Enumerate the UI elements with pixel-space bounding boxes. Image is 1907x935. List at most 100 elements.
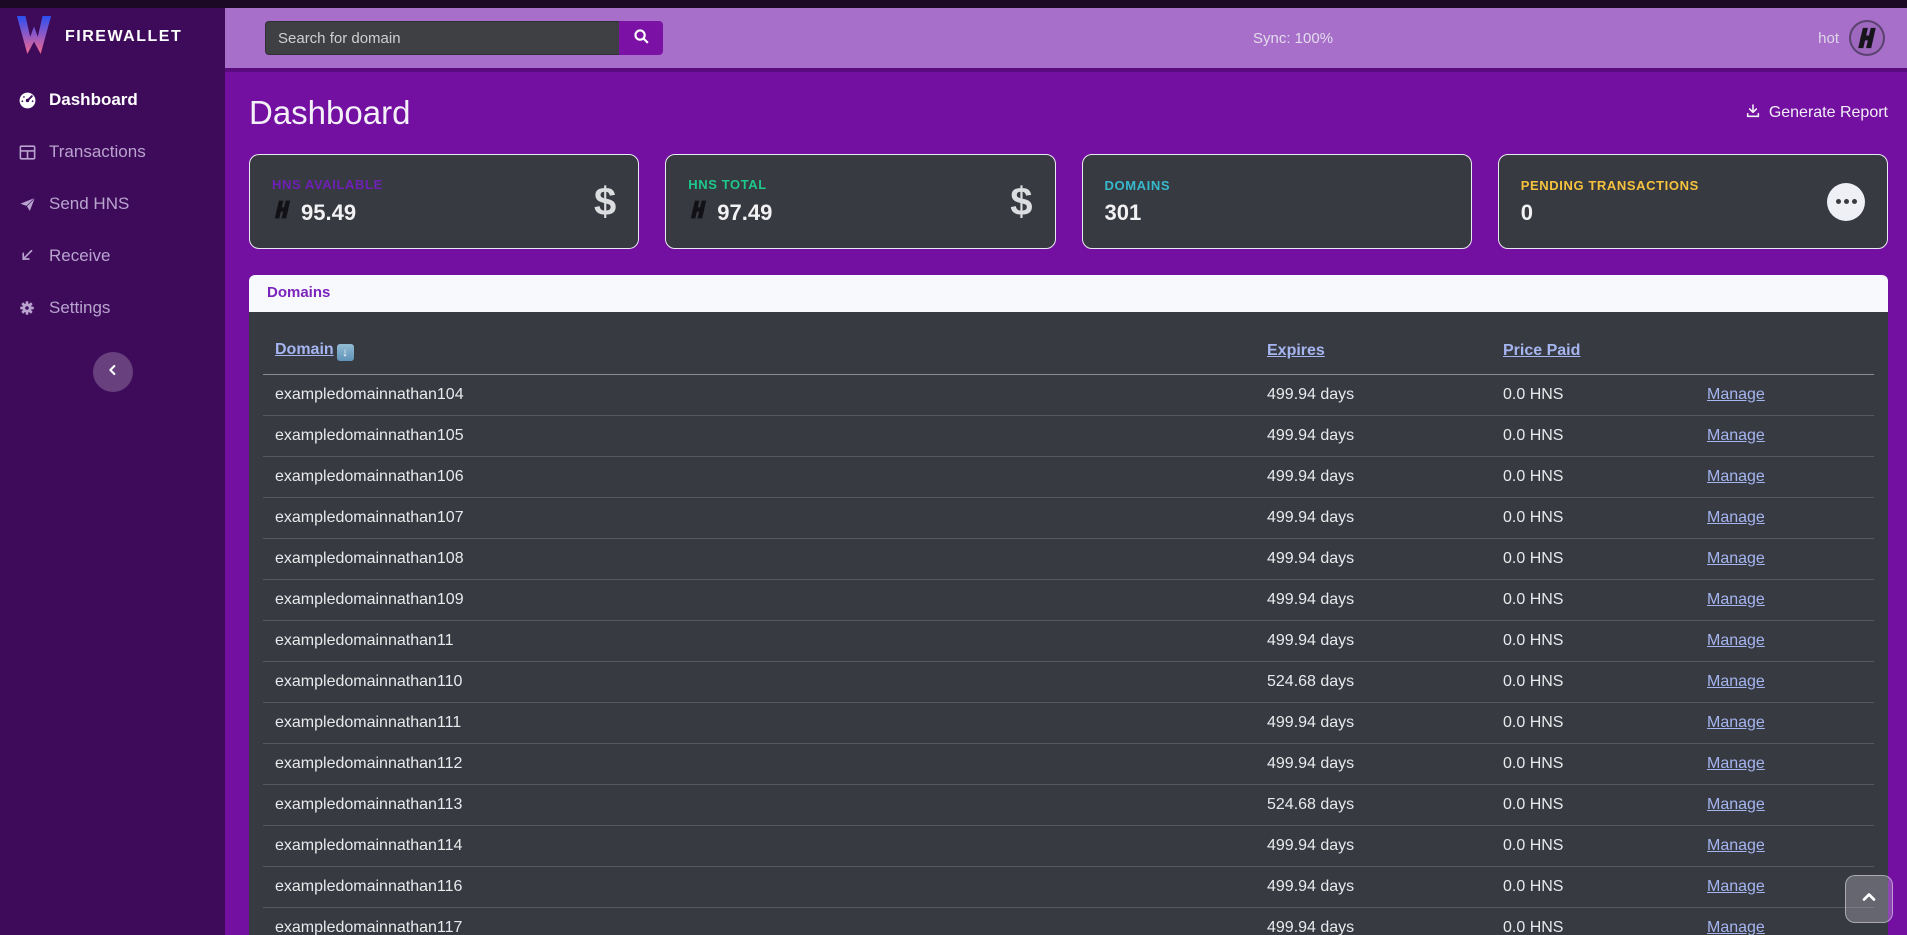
dollar-icon: $ — [1010, 182, 1032, 222]
hns-logo-icon — [688, 199, 709, 226]
sidebar-item-send-hns[interactable]: Send HNS — [0, 178, 225, 230]
price-paid-cell: 0.0 HNS — [1503, 837, 1707, 855]
domains-panel-title: Domains — [267, 284, 330, 301]
manage-link[interactable]: Manage — [1707, 427, 1765, 444]
expires-cell: 499.94 days — [1267, 591, 1503, 609]
expires-cell: 524.68 days — [1267, 673, 1503, 691]
expires-cell: 499.94 days — [1267, 550, 1503, 568]
download-icon — [1745, 103, 1761, 124]
firewallet-logo-icon — [15, 14, 53, 61]
generate-report-label: Generate Report — [1769, 104, 1888, 122]
domain-cell: exampledomainnathan105 — [275, 427, 1267, 445]
price-paid-cell: 0.0 HNS — [1503, 796, 1707, 814]
sidebar-item-transactions[interactable]: Transactions — [0, 126, 225, 178]
search-icon — [633, 28, 650, 48]
table-row: exampledomainnathan116 499.94 days 0.0 H… — [263, 867, 1874, 908]
expires-cell: 499.94 days — [1267, 878, 1503, 896]
expires-cell: 499.94 days — [1267, 714, 1503, 732]
sort-by-domain-link[interactable]: Domain — [275, 341, 334, 358]
sidebar-item-label: Send HNS — [49, 194, 129, 214]
sidebar-item-label: Settings — [49, 298, 110, 318]
stat-card-value: 97.49 — [717, 200, 772, 226]
manage-link[interactable]: Manage — [1707, 796, 1765, 813]
table-row: exampledomainnathan106 499.94 days 0.0 H… — [263, 457, 1874, 498]
main-content: Dashboard Generate Report HNS AVAILABLE … — [225, 72, 1907, 935]
chevron-up-icon — [1859, 887, 1879, 912]
brand-name: FIREWALLET — [65, 28, 182, 46]
manage-link[interactable]: Manage — [1707, 550, 1765, 567]
paper-plane-icon — [16, 195, 38, 214]
stat-card-domains: DOMAINS 301 — [1082, 154, 1472, 249]
generate-report-button[interactable]: Generate Report — [1745, 103, 1888, 124]
table-row: exampledomainnathan105 499.94 days 0.0 H… — [263, 416, 1874, 457]
domain-cell: exampledomainnathan111 — [275, 714, 1267, 732]
price-paid-cell: 0.0 HNS — [1503, 509, 1707, 527]
manage-link[interactable]: Manage — [1707, 632, 1765, 649]
pending-transactions-menu-button[interactable] — [1827, 183, 1865, 221]
sidebar-item-receive[interactable]: Receive — [0, 230, 225, 282]
hns-logo-icon — [272, 199, 293, 226]
collapse-sidebar-button[interactable] — [93, 352, 133, 392]
manage-link[interactable]: Manage — [1707, 919, 1765, 935]
sidebar-item-dashboard[interactable]: Dashboard — [0, 74, 225, 126]
table-row: exampledomainnathan114 499.94 days 0.0 H… — [263, 826, 1874, 867]
manage-link[interactable]: Manage — [1707, 755, 1765, 772]
manage-link[interactable]: Manage — [1707, 468, 1765, 485]
price-paid-cell: 0.0 HNS — [1503, 550, 1707, 568]
sidebar-item-label: Receive — [49, 246, 110, 266]
manage-link[interactable]: Manage — [1707, 673, 1765, 690]
domain-cell: exampledomainnathan106 — [275, 468, 1267, 486]
domain-cell: exampledomainnathan104 — [275, 386, 1267, 404]
brand[interactable]: FIREWALLET — [0, 8, 225, 66]
stat-card-label: HNS TOTAL — [688, 177, 772, 192]
stat-cards: HNS AVAILABLE 95.49 $ HNS TOTAL 97.49 $ … — [249, 154, 1888, 249]
domain-cell: exampledomainnathan117 — [275, 919, 1267, 935]
table-row: exampledomainnathan110 524.68 days 0.0 H… — [263, 662, 1874, 703]
expires-cell: 499.94 days — [1267, 632, 1503, 650]
domain-cell: exampledomainnathan11 — [275, 632, 1267, 650]
stat-card-label: PENDING TRANSACTIONS — [1521, 178, 1699, 193]
manage-link[interactable]: Manage — [1707, 837, 1765, 854]
expires-cell: 499.94 days — [1267, 837, 1503, 855]
domain-cell: exampledomainnathan107 — [275, 509, 1267, 527]
price-paid-cell: 0.0 HNS — [1503, 427, 1707, 445]
price-paid-cell: 0.0 HNS — [1503, 714, 1707, 732]
domain-cell: exampledomainnathan112 — [275, 755, 1267, 773]
stat-card-label: DOMAINS — [1105, 178, 1171, 193]
manage-link[interactable]: Manage — [1707, 386, 1765, 403]
table-row: exampledomainnathan107 499.94 days 0.0 H… — [263, 498, 1874, 539]
stat-card-value: 0 — [1521, 200, 1533, 226]
search-input[interactable] — [265, 21, 619, 55]
table-body: exampledomainnathan104 499.94 days 0.0 H… — [263, 375, 1874, 935]
sidebar: FIREWALLET Dashboard Transactions Send H… — [0, 0, 225, 935]
domains-panel: Domains Domain↓ Expires Price Paid examp… — [249, 275, 1888, 935]
stat-card-hns-available: HNS AVAILABLE 95.49 $ — [249, 154, 639, 249]
manage-link[interactable]: Manage — [1707, 591, 1765, 608]
table-header-row: Domain↓ Expires Price Paid — [263, 326, 1874, 375]
price-paid-cell: 0.0 HNS — [1503, 919, 1707, 935]
sort-descending-icon: ↓ — [337, 344, 354, 361]
sync-status: Sync: 100% — [1253, 30, 1333, 47]
expires-cell: 499.94 days — [1267, 919, 1503, 935]
table-row: exampledomainnathan117 499.94 days 0.0 H… — [263, 908, 1874, 935]
wallet-selector[interactable]: hot — [1818, 20, 1885, 56]
sort-by-expires-link[interactable]: Expires — [1267, 342, 1325, 359]
sort-by-price-link[interactable]: Price Paid — [1503, 342, 1580, 359]
table-row: exampledomainnathan104 499.94 days 0.0 H… — [263, 375, 1874, 416]
domain-cell: exampledomainnathan108 — [275, 550, 1267, 568]
manage-link[interactable]: Manage — [1707, 878, 1765, 895]
manage-link[interactable]: Manage — [1707, 509, 1765, 526]
search-button[interactable] — [619, 21, 663, 55]
table-row: exampledomainnathan108 499.94 days 0.0 H… — [263, 539, 1874, 580]
dollar-icon: $ — [594, 182, 616, 222]
stat-card-value: 95.49 — [301, 200, 356, 226]
scroll-to-top-button[interactable] — [1845, 875, 1893, 923]
sidebar-item-settings[interactable]: Settings — [0, 282, 225, 334]
price-paid-cell: 0.0 HNS — [1503, 673, 1707, 691]
expires-cell: 499.94 days — [1267, 509, 1503, 527]
domain-cell: exampledomainnathan110 — [275, 673, 1267, 691]
manage-link[interactable]: Manage — [1707, 714, 1765, 731]
price-paid-cell: 0.0 HNS — [1503, 386, 1707, 404]
search-form — [265, 21, 663, 55]
table-row: exampledomainnathan11 499.94 days 0.0 HN… — [263, 621, 1874, 662]
